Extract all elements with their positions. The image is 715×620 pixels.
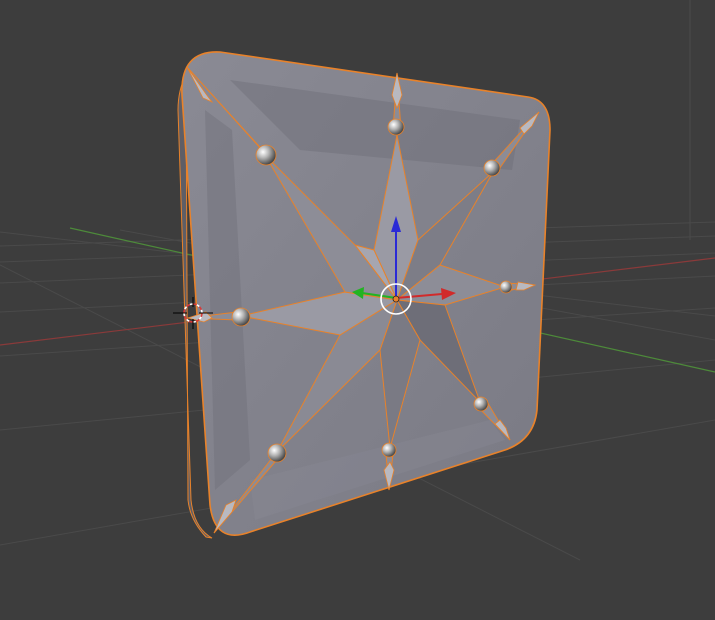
3d-viewport[interactable] bbox=[0, 0, 715, 620]
sphere-bottom-left bbox=[267, 443, 287, 463]
sphere-top bbox=[387, 118, 405, 136]
sphere-bottom-right bbox=[473, 396, 489, 412]
sphere-top-right bbox=[483, 159, 501, 177]
viewport-canvas[interactable] bbox=[0, 0, 715, 620]
object-origin-icon bbox=[392, 295, 400, 303]
sphere-left bbox=[231, 307, 251, 327]
sphere-bottom bbox=[381, 442, 397, 458]
sphere-right bbox=[499, 280, 513, 294]
sphere-top-left bbox=[255, 144, 277, 166]
